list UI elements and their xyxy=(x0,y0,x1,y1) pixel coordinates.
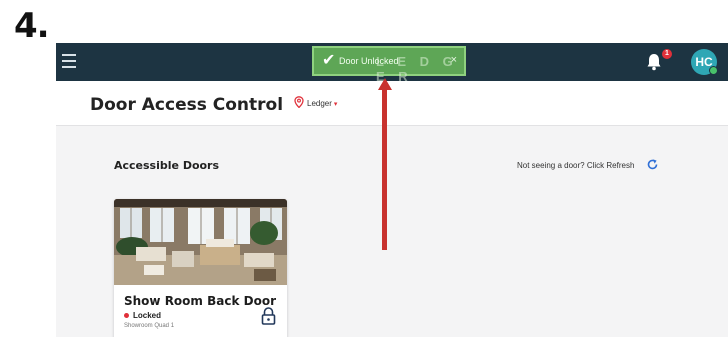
status-dot xyxy=(124,313,129,319)
annotation-arrow xyxy=(382,86,387,250)
step-number: 4. xyxy=(14,6,50,46)
notification-badge: 1 xyxy=(662,49,672,59)
lock-icon[interactable] xyxy=(261,307,276,325)
online-status-dot xyxy=(709,66,718,75)
hamburger-menu-icon[interactable] xyxy=(62,54,76,68)
organization-selector[interactable]: Ledger ▾ xyxy=(307,99,337,108)
door-location: Showroom Quad 1 xyxy=(124,323,175,329)
refresh-icon[interactable] xyxy=(646,158,659,171)
door-status: Locked xyxy=(124,311,161,320)
door-status-label: Locked xyxy=(133,311,162,320)
door-unlocked-toast: ✔ Door Unlocked L E D G E R × xyxy=(312,46,466,84)
bell-icon[interactable] xyxy=(646,53,662,71)
user-avatar[interactable]: HC xyxy=(691,49,718,75)
refresh-hint: Not seeing a door? Click Refresh xyxy=(517,161,635,170)
page-title: Door Access Control xyxy=(90,95,284,115)
chevron-down-icon: ▾ xyxy=(333,101,338,108)
door-name: Show Room Back Door xyxy=(124,294,276,308)
close-icon[interactable]: × xyxy=(451,54,457,66)
app-frame: ✔ Door Unlocked L E D G E R × 1 HC Door … xyxy=(56,43,728,337)
check-icon: ✔ xyxy=(322,52,336,69)
map-pin-icon xyxy=(294,96,304,108)
top-bar: ✔ Door Unlocked L E D G E R × 1 HC xyxy=(56,43,728,84)
page-header: Door Access Control Ledger ▾ xyxy=(56,81,728,126)
door-photo xyxy=(114,199,287,285)
door-card[interactable]: Show Room Back Door Locked Showroom Quad… xyxy=(114,199,287,337)
organization-name: Ledger xyxy=(307,99,332,108)
section-title: Accessible Doors xyxy=(114,159,220,172)
